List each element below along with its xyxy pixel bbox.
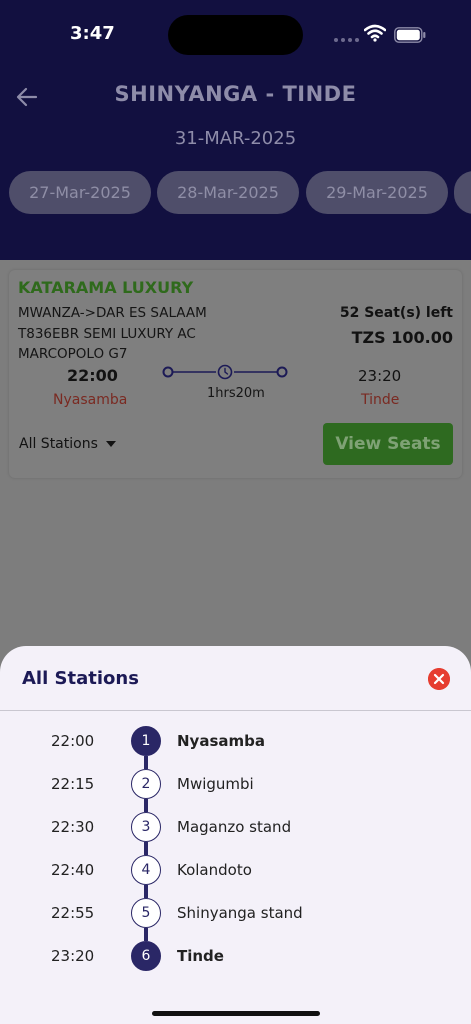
arrival-time: 23:20 xyxy=(358,367,402,385)
dynamic-island xyxy=(168,15,303,55)
trip-card[interactable]: KATARAMA LUXURY MWANZA->DAR ES SALAAM T8… xyxy=(9,270,462,478)
stop-time: 23:20 xyxy=(51,947,95,965)
stop-row: 22:55 5 Shinyanga stand xyxy=(0,898,471,928)
stop-row: 22:40 4 Kolandoto xyxy=(0,855,471,885)
stop-name: Maganzo stand xyxy=(177,818,292,836)
clock-icon xyxy=(217,364,233,380)
stop-number: 4 xyxy=(131,855,161,885)
stop-name: Nyasamba xyxy=(177,732,265,750)
stop-connector xyxy=(144,928,148,941)
stop-connector xyxy=(144,842,148,855)
seats-left: 52 Seat(s) left xyxy=(339,305,453,321)
header: 3:47 SHINYANGA - TINDE 31-MAR-2025 27-Ma… xyxy=(0,0,471,260)
battery-icon xyxy=(394,27,426,43)
stop-connector xyxy=(144,799,148,812)
all-stations-dropdown[interactable]: All Stations xyxy=(19,436,116,452)
stop-row: 23:20 6 Tinde xyxy=(0,941,471,971)
stop-number: 2 xyxy=(131,769,161,799)
date-pill[interactable]: 28-Mar-2025 xyxy=(157,171,299,214)
sheet-divider xyxy=(0,710,471,711)
sheet-title: All Stations xyxy=(22,668,139,689)
selected-date: 31-MAR-2025 xyxy=(174,128,297,149)
fare: TZS 100.00 xyxy=(351,328,453,347)
trip-duration: 1hrs20m xyxy=(207,386,265,401)
close-icon[interactable] xyxy=(428,668,450,690)
all-stations-sheet: All Stations 22:00 1 Nyasamba 22:15 2 Mw… xyxy=(0,646,471,1024)
date-pill-partial[interactable] xyxy=(454,171,471,214)
bus-model: MARCOPOLO G7 xyxy=(18,346,128,362)
stop-time: 22:30 xyxy=(51,818,95,836)
all-stations-label: All Stations xyxy=(19,436,98,452)
stop-number: 6 xyxy=(131,941,161,971)
view-seats-button[interactable]: View Seats xyxy=(323,423,453,465)
home-indicator[interactable] xyxy=(152,1011,320,1016)
route-title: SHINYANGA - TINDE xyxy=(114,82,357,106)
stop-name: Kolandoto xyxy=(177,861,252,879)
stop-time: 22:55 xyxy=(51,904,95,922)
stop-number: 1 xyxy=(131,726,161,756)
stop-name: Shinyanga stand xyxy=(177,904,303,922)
bus-info: T836EBR SEMI LUXURY AC xyxy=(18,326,196,342)
chevron-down-icon xyxy=(105,441,116,447)
stop-connector xyxy=(144,756,148,769)
operator-name: KATARAMA LUXURY xyxy=(18,278,194,297)
stop-row: 22:15 2 Mwigumbi xyxy=(0,769,471,799)
wifi-icon xyxy=(364,24,386,42)
stop-time: 22:00 xyxy=(51,732,95,750)
stop-time: 22:15 xyxy=(51,775,95,793)
journey-timeline xyxy=(162,364,288,380)
stop-row: 22:30 3 Maganzo stand xyxy=(0,812,471,842)
departure-station: Nyasamba xyxy=(53,392,128,408)
trip-route: MWANZA->DAR ES SALAAM xyxy=(18,305,207,321)
stop-connector xyxy=(144,885,148,898)
departure-time: 22:00 xyxy=(67,366,118,385)
stop-name: Tinde xyxy=(177,947,224,965)
stop-name: Mwigumbi xyxy=(177,775,254,793)
signal-icon xyxy=(334,38,359,42)
date-pill[interactable]: 27-Mar-2025 xyxy=(9,171,151,214)
arrival-station: Tinde xyxy=(361,392,400,408)
stop-time: 22:40 xyxy=(51,861,95,879)
date-pill[interactable]: 29-Mar-2025 xyxy=(306,171,448,214)
stop-number: 3 xyxy=(131,812,161,842)
stop-number: 5 xyxy=(131,898,161,928)
stop-row: 22:00 1 Nyasamba xyxy=(0,726,471,756)
status-time: 3:47 xyxy=(70,23,115,44)
